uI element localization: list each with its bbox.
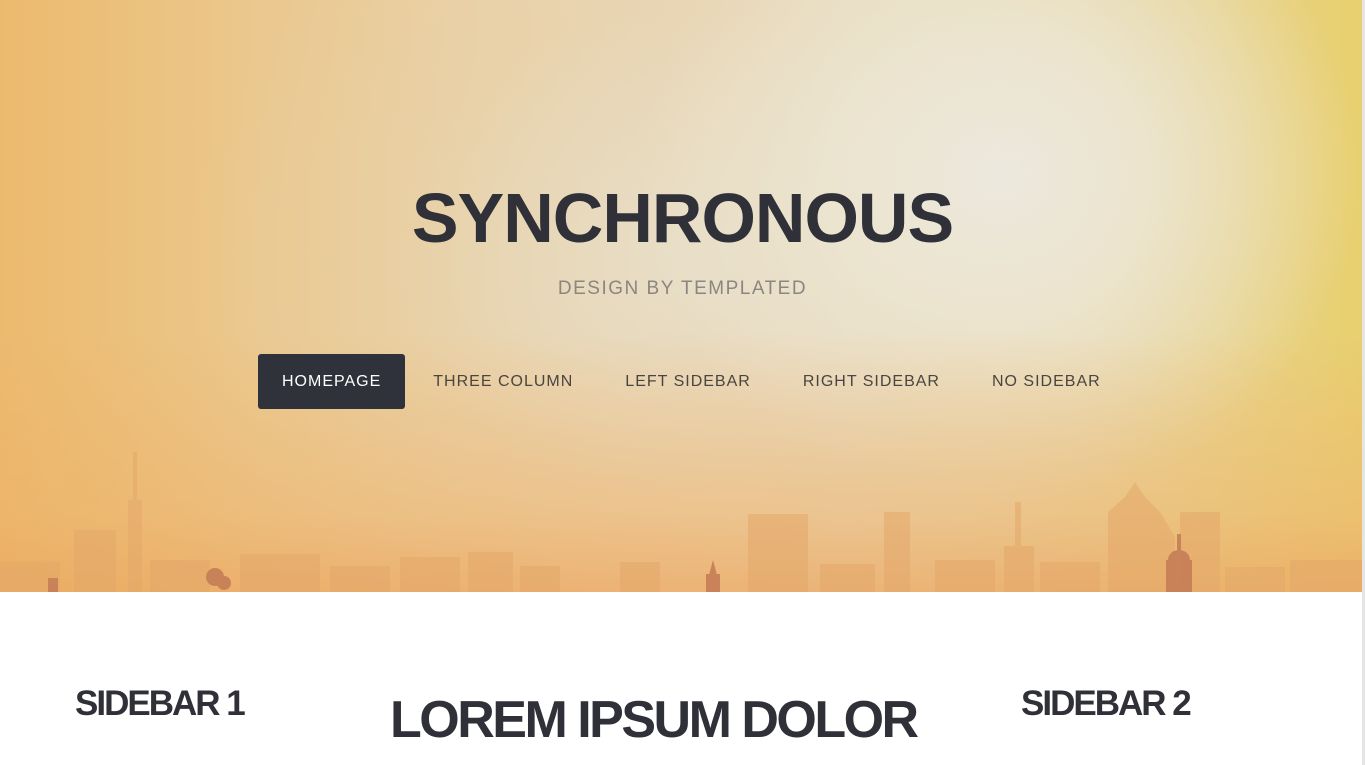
nav-item-right-sidebar[interactable]: RIGHT SIDEBAR — [777, 354, 966, 409]
site-title: SYNCHRONOUS — [411, 179, 954, 257]
city-skyline-image — [0, 452, 1365, 592]
nav-item-no-sidebar[interactable]: NO SIDEBAR — [966, 354, 1127, 409]
nav-item-three-column[interactable]: THREE COLUMN — [407, 354, 599, 409]
sidebar-2-heading: SIDEBAR 2 — [1021, 684, 1192, 723]
main-nav: HOMEPAGE THREE COLUMN LEFT SIDEBAR RIGHT… — [258, 354, 1127, 409]
hero-banner: SYNCHRONOUS DESIGN BY TEMPLATED HOMEPAGE… — [0, 0, 1365, 592]
nav-item-homepage[interactable]: HOMEPAGE — [258, 354, 406, 409]
main-heading: LOREM IPSUM DOLOR — [390, 691, 919, 749]
site-subtitle: DESIGN BY TEMPLATED — [557, 278, 808, 299]
sidebar-1-heading: SIDEBAR 1 — [75, 684, 246, 723]
nav-item-left-sidebar[interactable]: LEFT SIDEBAR — [599, 354, 777, 409]
